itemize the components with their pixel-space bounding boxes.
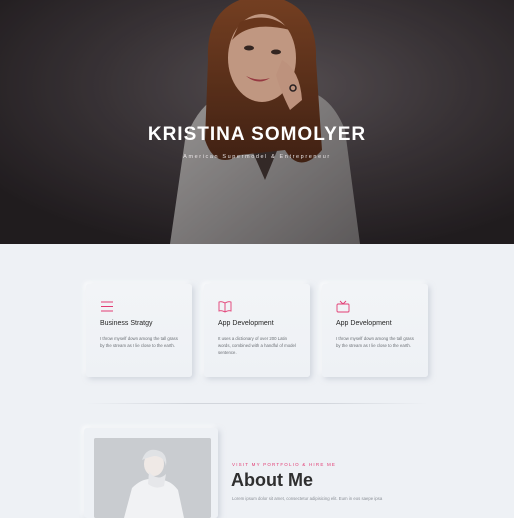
service-title: Business Stratgy	[100, 320, 153, 327]
service-title: App Development	[336, 320, 392, 327]
about-text: Lorem ipsum dolor sit amet, consectetur …	[232, 496, 383, 501]
hero-name: KRISTINA SOMOLYER	[147, 124, 367, 145]
service-card-app-development-2[interactable]: App Development I throw myself down amon…	[322, 284, 428, 377]
book-icon	[218, 301, 232, 313]
about-photo-frame	[84, 428, 218, 518]
service-description: I throw myself down among the tall grass…	[336, 336, 414, 348]
service-description: I throw myself down among the tall grass…	[100, 336, 178, 348]
tv-icon	[336, 300, 350, 313]
hero-banner: KRISTINA SOMOLYER American Supermodel & …	[0, 0, 514, 244]
about-portrait-image	[94, 438, 211, 518]
hero-overlay	[0, 0, 514, 244]
service-description: It uses a dictionary of over 200 Latin w…	[218, 336, 296, 355]
service-title: App Development	[218, 320, 274, 327]
section-divider	[86, 403, 428, 404]
menu-icon	[101, 301, 113, 312]
service-card-business-strategy[interactable]: Business Stratgy I throw myself down amo…	[86, 284, 192, 377]
hero-subtitle: American Supermodel & Entrepreneur	[183, 154, 331, 160]
about-kicker: VISIT MY PORTFOLIO & HIRE ME	[232, 462, 337, 467]
service-card-app-development[interactable]: App Development It uses a dictionary of …	[204, 284, 310, 377]
about-title: About Me	[231, 470, 313, 490]
about-photo	[94, 438, 211, 518]
